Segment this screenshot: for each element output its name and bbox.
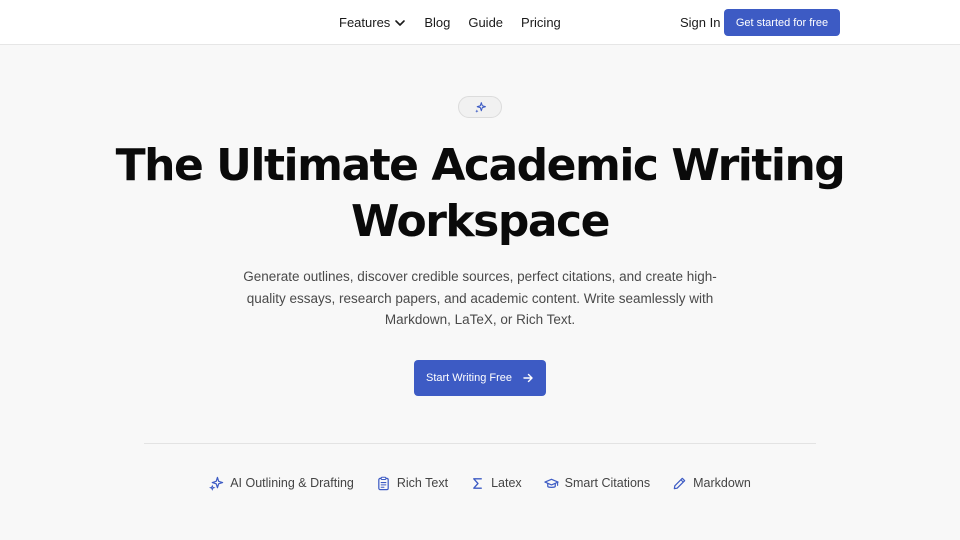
feature-label: Latex [491, 476, 522, 490]
sparkles-icon [209, 476, 224, 491]
nav-link-blog[interactable]: Blog [424, 15, 450, 30]
arrow-right-icon [523, 373, 533, 383]
feature-latex: Latex [470, 476, 522, 491]
hero-title: The Ultimate Academic Writing Workspace [0, 138, 960, 250]
nav-link-pricing[interactable]: Pricing [521, 15, 561, 30]
hero-title-line-1: The Ultimate Academic Writing [115, 140, 846, 191]
pencil-icon [673, 477, 686, 489]
chevron-down-icon [395, 19, 406, 26]
start-writing-label: Start Writing Free [426, 372, 512, 384]
feature-label: Markdown [693, 476, 751, 490]
nav-links: Features Blog Guide Pricing [339, 0, 561, 45]
get-started-button[interactable]: Get started for free [724, 9, 840, 36]
feature-label: Rich Text [396, 476, 449, 490]
nav-actions: Sign In [680, 0, 729, 45]
hero-badge [458, 96, 502, 118]
sigma-icon [473, 477, 482, 489]
hero-title-line-2: Workspace [351, 196, 610, 247]
top-navbar: Features Blog Guide Pricing Sign In Get … [0, 0, 960, 45]
feature-smart-citations: Smart Citations [543, 476, 651, 491]
feature-label: Smart Citations [564, 476, 651, 490]
hero-subtitle: Generate outlines, discover credible sou… [243, 269, 717, 327]
section-divider [144, 443, 816, 444]
clipboard-icon [378, 476, 389, 490]
nav-link-guide[interactable]: Guide [468, 15, 503, 30]
nav-link-features[interactable]: Features [339, 15, 406, 30]
feature-ai-outlining: AI Outlining & Drafting [209, 476, 354, 491]
feature-list: AI Outlining & Drafting Rich Text Latex … [0, 472, 960, 494]
nav-link-features-label: Features [339, 15, 391, 30]
feature-rich-text: Rich Text [376, 476, 448, 491]
graduation-cap-icon [543, 478, 559, 488]
sign-in-link[interactable]: Sign In [680, 15, 720, 30]
start-writing-button[interactable]: Start Writing Free [414, 360, 546, 396]
feature-markdown: Markdown [672, 476, 751, 491]
sparkles-icon [474, 101, 486, 113]
feature-label: AI Outlining & Drafting [230, 476, 354, 490]
